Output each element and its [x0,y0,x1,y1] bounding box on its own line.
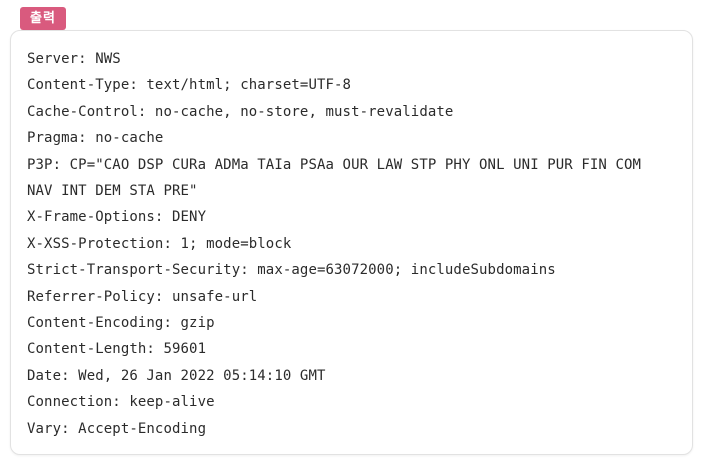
output-label-tag: 출력 [20,7,66,30]
output-line: X-XSS-Protection: 1; mode=block [27,235,292,252]
output-line: NAV INT DEM STA PRE" [27,183,198,200]
output-line: P3P: CP="CAO DSP CURa ADMa TAIa PSAa OUR… [27,156,642,173]
output-line: X-Frame-Options: DENY [27,209,207,226]
output-line: Referrer-Policy: unsafe-url [27,288,258,305]
output-line: Server: NWS [27,51,121,67]
output-line: Vary: Accept-Encoding [27,420,207,437]
output-lines: Server: NWS Content-Type: text/html; cha… [27,46,641,442]
output-line: Strict-Transport-Security: max-age=63072… [27,262,556,279]
output-box: Server: NWS Content-Type: text/html; cha… [10,30,693,455]
output-line: Cache-Control: no-cache, no-store, must-… [27,103,454,120]
output-line: Content-Length: 59601 [27,341,207,358]
output-line: Connection: keep-alive [27,394,215,411]
output-line: Content-Type: text/html; charset=UTF-8 [27,77,352,94]
output-line: Date: Wed, 26 Jan 2022 05:14:10 GMT [27,367,326,384]
output-line: Content-Encoding: gzip [27,315,215,332]
output-line: Pragma: no-cache [27,130,164,147]
